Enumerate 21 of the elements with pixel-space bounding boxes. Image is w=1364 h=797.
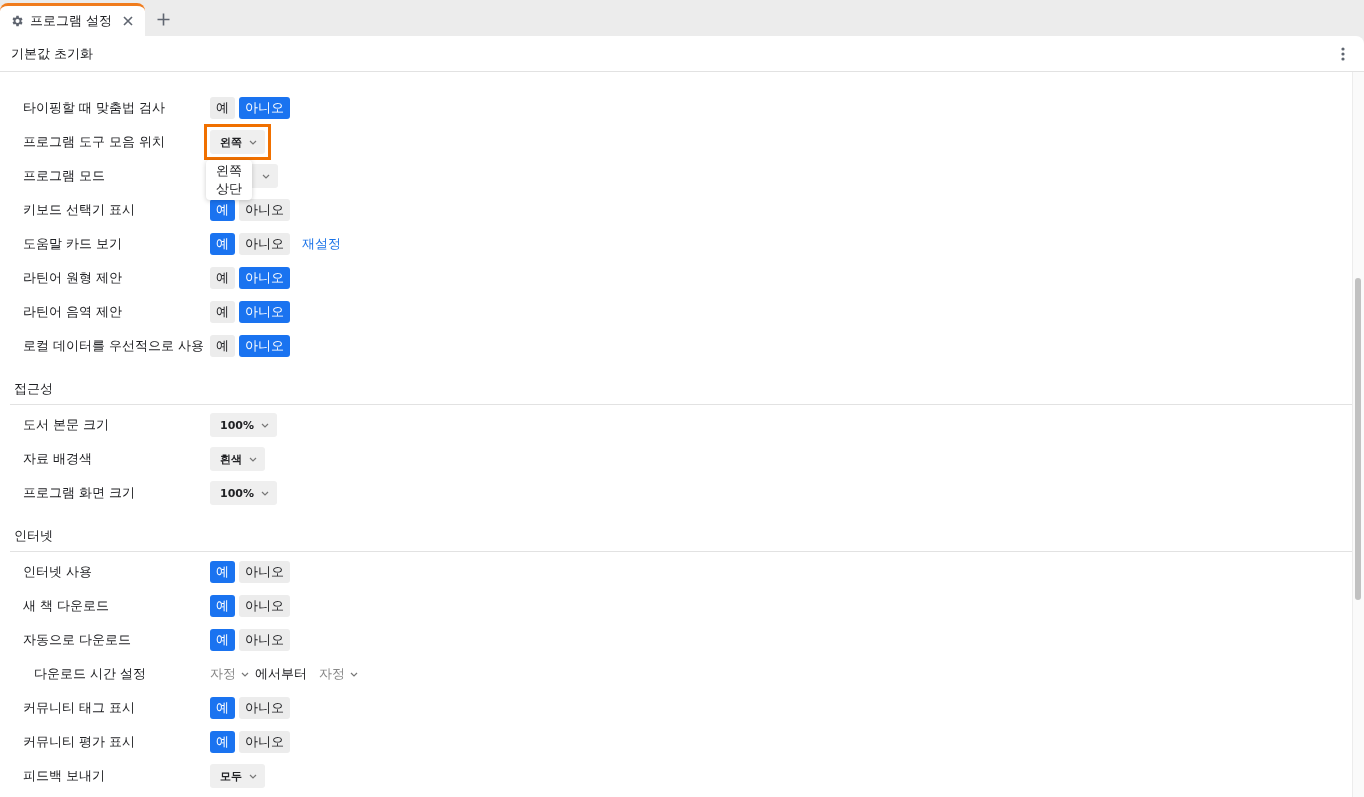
section-heading: 인터넷 (10, 520, 1352, 552)
setting-label: 다운로드 시간 설정 (33, 665, 148, 683)
range-connector: 에서부터 (255, 665, 307, 683)
setting-label: 인터넷 사용 (22, 563, 94, 581)
setting-label: 피드백 보내기 (22, 767, 107, 785)
setting-label: 커뮤니티 태그 표시 (22, 699, 137, 717)
section-heading: 접근성 (10, 373, 1352, 405)
setting-label: 라틴어 음역 제안 (22, 303, 124, 321)
setting-label: 키보드 선택기 표시 (22, 201, 137, 219)
setting-label: 프로그램 도구 모음 위치 (22, 133, 167, 151)
setting-label: 커뮤니티 평가 표시 (22, 733, 137, 751)
setting-label: 로컬 데이터를 우선적으로 사용 (22, 337, 206, 355)
setting-label: 새 책 다운로드 (22, 597, 111, 615)
setting-label: 프로그램 모드 (22, 167, 107, 185)
setting-label: 프로그램 화면 크기 (22, 484, 137, 502)
setting-label: 라틴어 원형 제안 (22, 269, 124, 287)
setting-label: 도움말 카드 보기 (22, 235, 124, 253)
setting-label: 자료 배경색 (22, 450, 94, 468)
setting-label: 자동으로 다운로드 (22, 631, 133, 649)
setting-label: 도서 본문 크기 (22, 416, 111, 434)
setting-label: 타이핑할 때 맞춤법 검사 (22, 99, 167, 117)
